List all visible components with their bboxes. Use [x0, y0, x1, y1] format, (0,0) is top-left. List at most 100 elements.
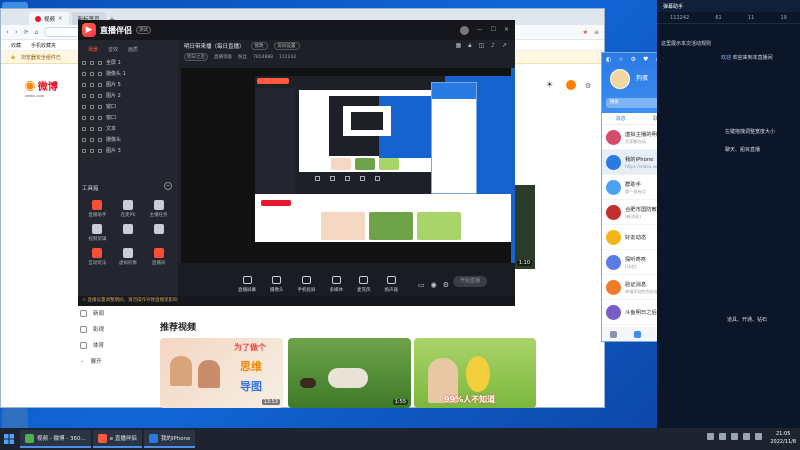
control-button[interactable]: 摄像头 — [270, 276, 284, 293]
scene-item[interactable]: 图片 2 — [78, 90, 178, 101]
camera-settings-icon[interactable]: ▭ — [418, 281, 425, 289]
control-button[interactable]: 扬声器 — [385, 276, 398, 293]
scene-item[interactable]: 摄像头 1 — [78, 68, 178, 79]
taskbar-app[interactable]: 我的iPhone — [143, 430, 196, 448]
control-button[interactable]: 直播屏幕 — [238, 276, 256, 293]
star-icon[interactable]: ★ — [583, 29, 588, 36]
lock-icon[interactable] — [90, 104, 94, 109]
eye-icon[interactable] — [82, 115, 86, 120]
maximize-icon[interactable]: ☐ — [491, 26, 496, 35]
lock-icon[interactable]: 🔒︎ — [468, 42, 471, 50]
lock-icon[interactable] — [90, 93, 94, 98]
lock-icon[interactable] — [90, 71, 94, 76]
menu-icon[interactable] — [610, 330, 618, 338]
left-nav-expand[interactable]: ⌄ 展开 — [80, 353, 150, 369]
control-button[interactable]: 手机投屏 — [298, 276, 316, 293]
scene-item[interactable]: 窗口 — [78, 112, 178, 123]
room-settings-button[interactable]: 房间设置 — [273, 42, 300, 50]
control-button[interactable]: 多媒体 — [330, 276, 343, 293]
tray-icon[interactable] — [707, 433, 714, 440]
collapse-icon[interactable]: − — [164, 182, 172, 190]
bell-icon[interactable]: ♪ — [491, 42, 495, 50]
menu-icon[interactable]: ≡ — [594, 29, 599, 36]
close-icon[interactable]: ✕ — [58, 16, 63, 22]
lock-icon[interactable] — [90, 82, 94, 87]
compose-icon[interactable] — [566, 80, 576, 90]
left-nav-item-news[interactable]: 新闻 — [80, 305, 150, 321]
tool-item[interactable]: 互动玩法 — [82, 248, 113, 266]
minimize-icon[interactable]: — — [477, 26, 483, 35]
left-nav-item-sports[interactable]: 体育 — [80, 337, 150, 353]
tool-item[interactable] — [143, 224, 174, 242]
eye-icon[interactable] — [82, 93, 86, 98]
sun-icon[interactable]: ☀ — [546, 80, 553, 89]
eye-icon[interactable]: ◉ — [431, 281, 437, 289]
eye-icon[interactable] — [82, 148, 86, 153]
tool-item[interactable]: 视频剪辑 — [82, 224, 113, 242]
control-button[interactable]: 麦克风 — [357, 276, 371, 293]
tool-item[interactable]: 连麦PK — [113, 200, 144, 218]
tab-messages[interactable]: 消息 — [616, 115, 626, 122]
video-thumbnail[interactable]: 为了做个 思维 导图 13:53 — [160, 338, 283, 408]
video-thumbnail[interactable]: 1:55 — [288, 338, 411, 408]
app-icon[interactable] — [634, 330, 642, 338]
scene-item[interactable]: 全屏 1 — [78, 57, 178, 68]
tray-icon[interactable] — [743, 433, 750, 440]
start-button[interactable] — [0, 428, 18, 450]
browser-tab-video[interactable]: 视频 ✕ — [29, 12, 69, 25]
tool-item[interactable]: 虚拟形象 — [113, 248, 144, 266]
edit-room-button[interactable]: 修改 — [250, 42, 268, 50]
scene-item[interactable]: 文本 — [78, 123, 178, 134]
scene-item[interactable]: 窗口 — [78, 101, 178, 112]
stream-preview[interactable] — [181, 68, 515, 263]
layers-icon[interactable]: ◫ — [478, 42, 484, 50]
category-badge[interactable]: 明日之后 — [184, 53, 208, 61]
eye-icon[interactable] — [82, 104, 86, 109]
avatar[interactable] — [459, 25, 469, 35]
bookmark-item[interactable]: 收藏 — [11, 42, 21, 49]
taskbar-app[interactable]: 视频 - 微博 - 360... — [20, 430, 91, 448]
clock[interactable]: 21:05 2022/11/8 — [770, 430, 796, 446]
tab-scenes[interactable]: 场景 — [88, 46, 98, 53]
eye-icon[interactable] — [82, 60, 86, 65]
eye-icon[interactable] — [82, 126, 86, 131]
left-nav-item-film[interactable]: 影视 — [80, 321, 150, 337]
star-icon[interactable]: ☆ — [618, 56, 623, 63]
video-thumbnail[interactable]: 99%人不知道 — [414, 338, 536, 408]
tool-item[interactable]: 直播助手 — [82, 200, 113, 218]
desktop-shortcut-icon[interactable] — [2, 408, 28, 430]
tray-icon[interactable] — [719, 433, 726, 440]
forward-icon[interactable]: › — [15, 28, 18, 36]
weibo-logo[interactable]: ◉ 微博 weibo.com — [25, 78, 58, 98]
tool-item[interactable] — [113, 224, 144, 242]
lock-icon[interactable] — [90, 137, 94, 142]
bookmark-item[interactable]: 手机收藏夹 — [31, 42, 56, 49]
volume-icon[interactable] — [755, 433, 762, 440]
lock-icon[interactable] — [90, 126, 94, 131]
scene-item[interactable]: 图片 5 — [78, 79, 178, 90]
eye-icon[interactable] — [82, 82, 86, 87]
share-icon[interactable]: ↗ — [502, 42, 507, 50]
gear-icon[interactable]: ⚙ — [443, 281, 449, 289]
tray-icon[interactable] — [731, 433, 738, 440]
eye-icon[interactable] — [82, 71, 86, 76]
home-icon[interactable]: ⌂ — [35, 29, 39, 36]
tab-audio[interactable]: 音效 — [108, 46, 118, 53]
scene-item[interactable]: 图片 3 — [78, 145, 178, 156]
back-icon[interactable]: ‹ — [6, 28, 9, 36]
lock-icon[interactable] — [90, 60, 94, 65]
settings-icon[interactable]: ⚙ — [585, 82, 591, 90]
refresh-icon[interactable]: ⟳ — [24, 29, 29, 36]
close-icon[interactable]: ✕ — [504, 26, 509, 35]
start-live-button[interactable]: 开始直播 — [453, 276, 487, 287]
scene-item[interactable]: 摄像头 — [78, 134, 178, 145]
tool-item[interactable]: 直播间 — [143, 248, 174, 266]
grid-icon[interactable]: ▦ — [456, 42, 462, 50]
shirt-icon[interactable]: ♥ — [643, 56, 648, 63]
eye-icon[interactable] — [82, 137, 86, 142]
taskbar-app[interactable]: e 直播伴侣 — [92, 430, 142, 448]
settings-icon[interactable]: ⚙ — [631, 56, 636, 63]
tab-quality[interactable]: 画质 — [128, 46, 138, 53]
avatar[interactable] — [610, 69, 630, 89]
lock-icon[interactable] — [90, 148, 94, 153]
